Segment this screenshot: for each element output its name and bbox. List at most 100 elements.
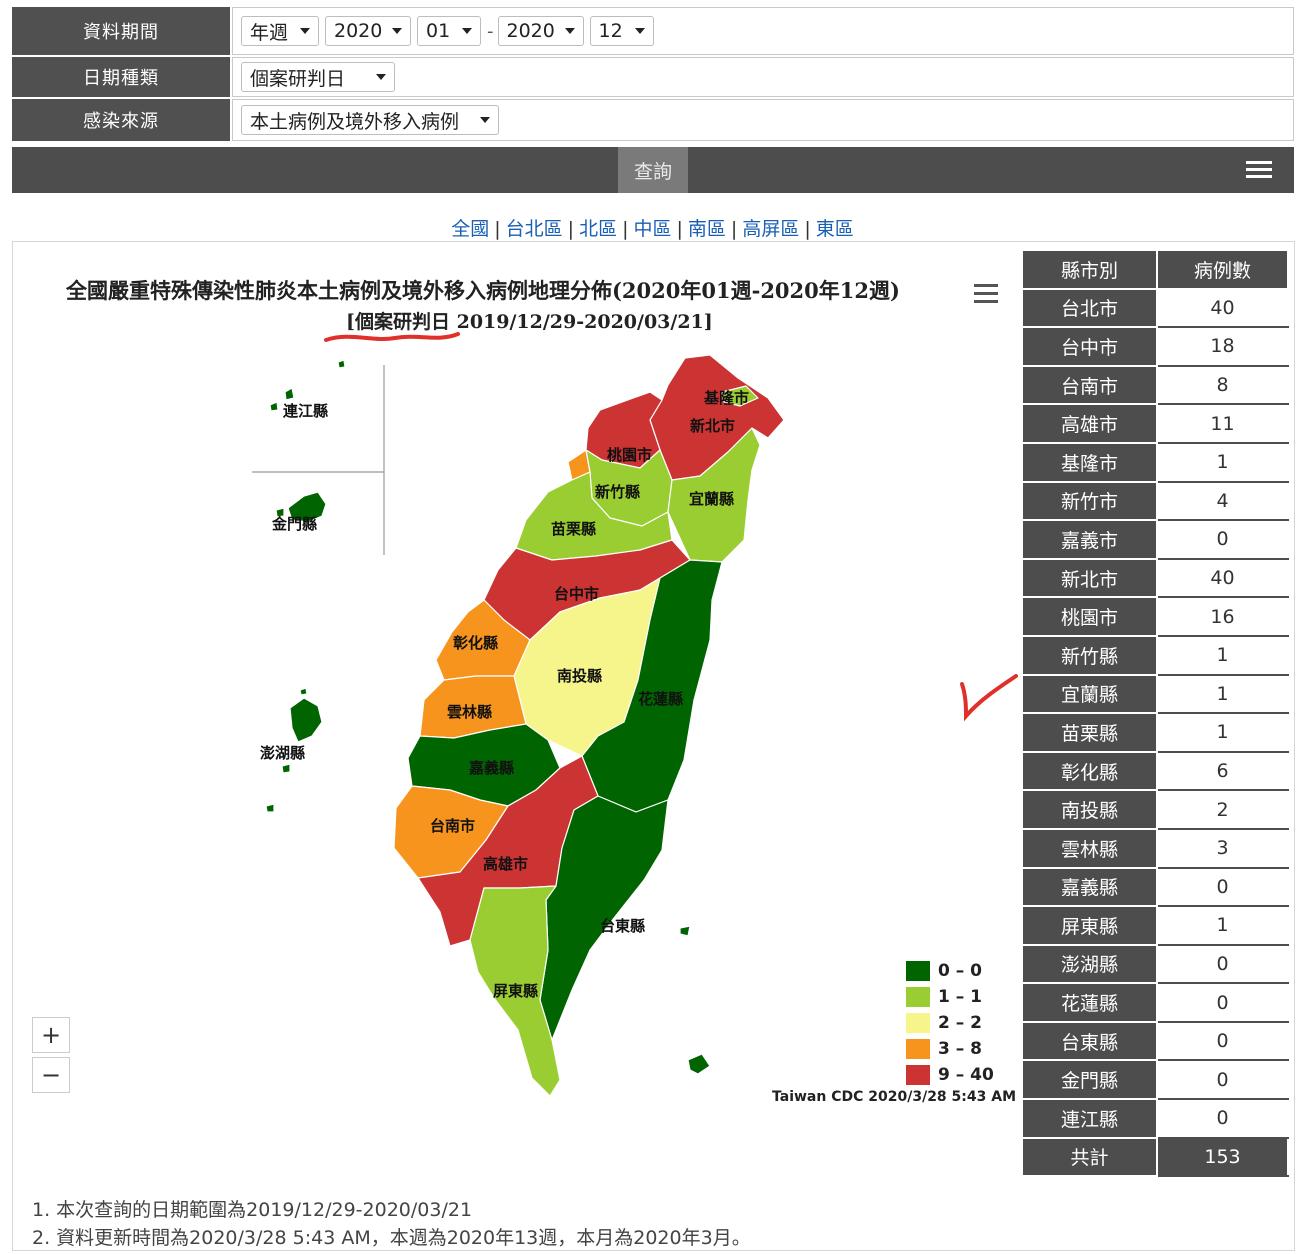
note-update-time: 2. 資料更新時間為2020/3/28 5:43 AM，本週為2020年13週，…: [32, 1227, 751, 1249]
table-row: 桃園市 16: [1021, 596, 1289, 637]
legend-item: 0 – 0: [906, 958, 994, 984]
region-link-kaoping[interactable]: 高屏區: [742, 218, 799, 240]
county-cell: 花蓮縣: [1021, 982, 1158, 1023]
table-row: 基隆市 1: [1021, 441, 1289, 483]
filter-row-period: 資料期間 年週 2020 01 - 2020 12: [12, 7, 1294, 55]
table-row: 南投縣 2: [1021, 789, 1289, 830]
cases-cell: 3: [1156, 827, 1289, 869]
county-cell: 苗栗縣: [1021, 712, 1158, 753]
county-cell: 新北市: [1021, 557, 1158, 599]
region-link-north[interactable]: 北區: [579, 218, 617, 240]
county-cell: 宜蘭縣: [1021, 673, 1158, 715]
end-year-select[interactable]: 2020: [497, 16, 584, 46]
menu-icon[interactable]: [1246, 161, 1272, 179]
table-row: 雲林縣 3: [1021, 827, 1289, 869]
county-cell: 台東縣: [1021, 1020, 1158, 1062]
query-button[interactable]: 查詢: [618, 147, 688, 193]
region-link-all[interactable]: 全國: [451, 218, 489, 240]
county-cell: 基隆市: [1021, 441, 1158, 483]
filter-label-date-type: 日期種類: [12, 57, 230, 97]
legend-swatch: [906, 987, 930, 1007]
map-title: 全國嚴重特殊傳染性肺炎本土病例及境外移入病例地理分佈(2020年01週-2020…: [66, 278, 900, 303]
chart-menu-icon[interactable]: [974, 284, 998, 308]
legend-label: 0 – 0: [938, 961, 982, 981]
notes: 1. 本次查詢的日期範圍為2019/12/29-2020/03/21 2. 資料…: [32, 1196, 751, 1252]
col-header-county: 縣市別: [1021, 249, 1158, 290]
region-link-central[interactable]: 中區: [633, 218, 671, 240]
cases-cell: 16: [1156, 596, 1289, 637]
cases-cell: 1: [1156, 905, 1289, 946]
filter-period-controls: 年週 2020 01 - 2020 12: [232, 7, 1294, 55]
legend-label: 9 – 40: [938, 1065, 994, 1085]
table-row: 宜蘭縣 1: [1021, 673, 1289, 715]
filter-date-type-controls: 個案研判日: [232, 57, 1294, 97]
county-cell: 屏東縣: [1021, 905, 1158, 946]
cases-cell: 18: [1156, 326, 1289, 367]
filter-row-source: 感染來源 本土病例及境外移入病例: [12, 99, 1294, 141]
table-row: 嘉義市 0: [1021, 519, 1289, 560]
legend-swatch: [906, 1039, 930, 1059]
table-row: 新竹市 4: [1021, 480, 1289, 522]
table-row: 彰化縣 6: [1021, 750, 1289, 792]
legend-item: 1 – 1: [906, 984, 994, 1010]
region-links: 全國 | 台北區 | 北區 | 中區 | 南區 | 高屏區 | 東區: [451, 218, 854, 240]
filter-source-controls: 本土病例及境外移入病例: [232, 99, 1294, 141]
table-row: 台北市 40: [1021, 287, 1289, 329]
zoom-out-button[interactable]: −: [32, 1057, 70, 1093]
region-link-south[interactable]: 南區: [688, 218, 726, 240]
date-type-select[interactable]: 個案研判日: [241, 62, 395, 92]
table-row: 金門縣 0: [1021, 1059, 1289, 1101]
chevron-down-icon: [392, 28, 403, 34]
cases-cell: 40: [1156, 557, 1289, 599]
cases-cell: 11: [1156, 403, 1289, 444]
cases-cell: 1: [1156, 441, 1289, 483]
table-row: 嘉義縣 0: [1021, 866, 1289, 908]
table-row: 新竹縣 1: [1021, 634, 1289, 676]
chevron-down-icon: [300, 28, 310, 34]
county-cell: 嘉義縣: [1021, 866, 1158, 908]
cases-cell: 2: [1156, 789, 1289, 830]
filter-label-period: 資料期間: [12, 7, 230, 55]
county-cell: 桃園市: [1021, 596, 1158, 637]
chevron-down-icon: [564, 28, 575, 34]
total-value: 153: [1156, 1136, 1289, 1178]
region-link-taipei[interactable]: 台北區: [506, 218, 563, 240]
end-week-select[interactable]: 12: [589, 16, 654, 46]
chevron-down-icon: [462, 28, 472, 34]
legend-swatch: [906, 1065, 930, 1085]
county-cell: 南投縣: [1021, 789, 1158, 830]
source-value: 本土病例及境外移入病例: [250, 110, 460, 133]
cases-cell: 0: [1156, 982, 1289, 1023]
map-credit: Taiwan CDC 2020/3/28 5:43 AM: [772, 1089, 1017, 1105]
map-legend: 0 – 0 1 – 1 2 – 2 3 – 8 9 – 40: [906, 958, 994, 1088]
map-subtitle: [個案研判日 2019/12/29-2020/03/21]: [346, 311, 713, 333]
cases-cell: 8: [1156, 364, 1289, 406]
cases-cell: 0: [1156, 1020, 1289, 1062]
chevron-down-icon: [634, 28, 645, 34]
county-cell: 台北市: [1021, 287, 1158, 329]
legend-item: 9 – 40: [906, 1062, 994, 1088]
filter-label-source: 感染來源: [12, 99, 230, 141]
legend-label: 2 – 2: [938, 1013, 982, 1033]
county-cell: 澎湖縣: [1021, 943, 1158, 985]
county-cell: 台南市: [1021, 364, 1158, 406]
total-label: 共計: [1021, 1136, 1158, 1178]
chevron-down-icon: [376, 74, 386, 80]
start-week-select[interactable]: 01: [417, 16, 481, 46]
cases-cell: 0: [1156, 943, 1289, 985]
period-type-select[interactable]: 年週: [241, 16, 319, 46]
cases-cell: 1: [1156, 673, 1289, 715]
cases-cell: 1: [1156, 634, 1289, 676]
zoom-in-button[interactable]: +: [32, 1017, 70, 1053]
legend-item: 2 – 2: [906, 1010, 994, 1036]
start-year-select[interactable]: 2020: [325, 16, 411, 46]
county-cell: 新竹市: [1021, 480, 1158, 522]
legend-item: 3 – 8: [906, 1036, 994, 1062]
table-row: 苗栗縣 1: [1021, 712, 1289, 753]
county-cell: 台中市: [1021, 326, 1158, 367]
source-select[interactable]: 本土病例及境外移入病例: [241, 105, 499, 135]
region-link-east[interactable]: 東區: [816, 218, 854, 240]
legend-swatch: [906, 1013, 930, 1033]
start-year-value: 2020: [334, 20, 383, 42]
chevron-down-icon: [480, 117, 490, 123]
